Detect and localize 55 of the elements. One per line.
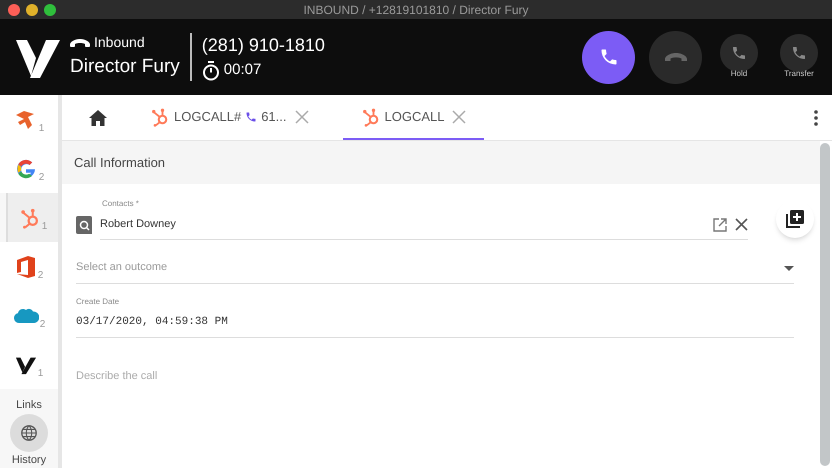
home-icon	[89, 110, 107, 126]
handset-icon	[70, 38, 90, 47]
maximize-window-button[interactable]	[44, 4, 56, 16]
sidebar-item[interactable]: 2	[0, 291, 58, 340]
call-direction: Inbound	[94, 33, 145, 52]
caller-name: Director Fury	[70, 55, 180, 80]
tab-label: LOGCALL#	[174, 108, 242, 126]
hub-icon	[18, 206, 41, 228]
phone-icon	[245, 111, 258, 123]
more-menu-icon[interactable]	[814, 110, 818, 126]
phone-number: (281) 910-1810	[202, 34, 325, 58]
tab-label-suffix: 61...	[261, 108, 286, 126]
add-contact-button[interactable]	[776, 200, 814, 238]
links-label: Links	[15, 398, 43, 413]
window-title: INBOUND / +12819101810 / Director Fury	[302, 2, 530, 18]
field-label: Contacts *	[102, 198, 140, 210]
date-field[interactable]: 03/17/2020, 04:59:38 PM	[76, 308, 794, 338]
history-label: History	[10, 452, 48, 468]
answer-button[interactable]	[582, 30, 635, 84]
sidebar-item[interactable]: 2	[0, 242, 58, 291]
item-count: 1	[38, 122, 44, 136]
section-title: Call Information	[74, 154, 166, 172]
clear-icon[interactable]	[735, 218, 748, 231]
sidebar-item[interactable]: 2	[0, 144, 58, 193]
hub-icon	[360, 107, 380, 127]
office-icon	[14, 254, 37, 278]
item-count: 2	[38, 269, 44, 283]
globe-icon	[20, 424, 38, 442]
item-count: 1	[38, 367, 44, 381]
sidebar-item[interactable]: 1	[0, 340, 58, 389]
item-count: 1	[42, 220, 48, 234]
field-label: Create Date	[76, 296, 120, 308]
contact-search-icon	[76, 216, 92, 234]
sidebar-item[interactable]: 1	[0, 95, 58, 144]
phone-icon	[598, 47, 618, 67]
item-count: 2	[40, 318, 46, 332]
hang-up-icon	[664, 52, 686, 62]
stopwatch-icon	[202, 60, 220, 80]
record-tab[interactable]: LOGCALL# 61...	[132, 96, 326, 140]
minimize-window-button[interactable]	[26, 4, 38, 16]
item-count: 2	[38, 171, 44, 185]
outcome-dropdown[interactable]: Select an outcome	[76, 240, 794, 284]
dropdown-caret-icon	[784, 266, 794, 271]
call-timer: 00:07	[224, 60, 262, 80]
hub-icon	[150, 107, 170, 127]
scrollbar[interactable]	[820, 143, 830, 466]
open-external-icon[interactable]	[713, 218, 727, 232]
globe-button[interactable]	[10, 414, 48, 452]
tab-label: LOGCALL	[384, 108, 444, 126]
add-copy-icon	[786, 210, 804, 228]
close-window-button[interactable]	[8, 4, 20, 16]
cloud-icon	[12, 306, 39, 324]
sidebar-item[interactable]: 1	[6, 193, 58, 242]
contact-field[interactable]: Robert Downey	[100, 210, 748, 240]
description-field[interactable]: Describe the call	[76, 366, 794, 386]
